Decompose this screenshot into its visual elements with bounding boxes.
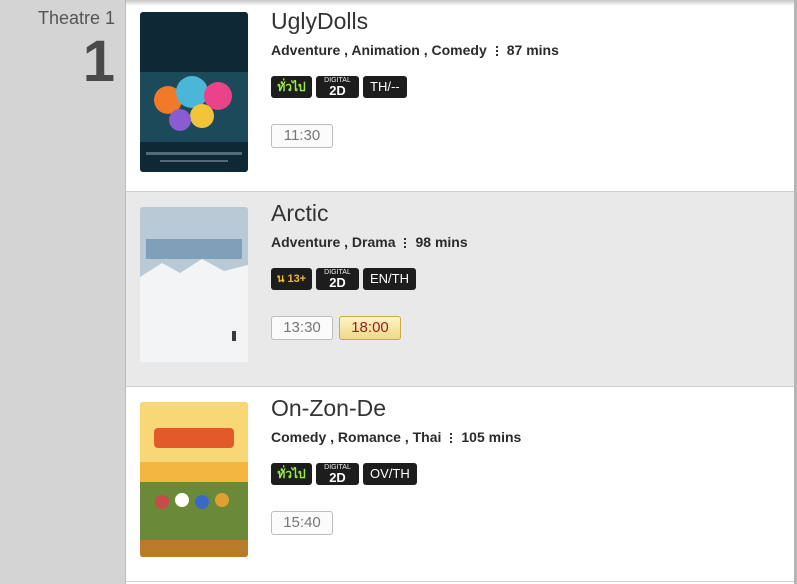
- format-label: 2D: [329, 275, 346, 290]
- showtime-button[interactable]: 11:30: [271, 124, 333, 148]
- movie-row: On-Zon-De Comedy , Romance , Thai 105 min…: [126, 387, 794, 582]
- movie-row: Arctic Adventure , Drama 98 mins น 13+ DIG…: [126, 192, 794, 387]
- showtimes: 11:30: [271, 124, 339, 148]
- language-badge: OV/TH: [363, 463, 417, 485]
- separator-icon: [404, 236, 407, 250]
- rating-badge: ทั่วไป: [271, 76, 312, 98]
- movie-poster[interactable]: [140, 12, 248, 172]
- theatre-number: 1: [82, 29, 115, 94]
- format-badge: DIGITAL 2D: [316, 76, 359, 98]
- showtime-button[interactable]: 13:30: [271, 316, 333, 340]
- movie-duration: 87 mins: [506, 42, 559, 58]
- poster-onzonde-image: [140, 402, 248, 557]
- separator-icon: [495, 44, 498, 58]
- format-badge: DIGITAL 2D: [316, 463, 359, 485]
- badges: น 13+ DIGITAL 2D EN/TH: [271, 268, 420, 290]
- theatre-name: Theatre 1: [37, 8, 115, 28]
- separator-icon: [450, 431, 453, 445]
- poster-uglydolls-image: [140, 12, 248, 172]
- rating-badge: น 13+: [271, 268, 312, 290]
- movie-genres: Adventure , Drama: [271, 234, 396, 250]
- movie-title[interactable]: On-Zon-De: [271, 395, 386, 422]
- movie-poster[interactable]: [140, 402, 248, 557]
- format-label: 2D: [329, 470, 346, 485]
- showtime-button[interactable]: 15:40: [271, 511, 333, 535]
- movie-list: UglyDolls Adventure , Animation , Comedy…: [125, 0, 794, 584]
- rating-badge: ทั่วไป: [271, 463, 312, 485]
- language-badge: TH/--: [363, 76, 407, 98]
- movie-info: Adventure , Drama 98 mins: [271, 234, 468, 250]
- movie-duration: 98 mins: [415, 234, 468, 250]
- showtimes: 13:30 18:00: [271, 316, 407, 340]
- showtime-button-selected[interactable]: 18:00: [339, 316, 401, 340]
- movie-title[interactable]: UglyDolls: [271, 8, 368, 35]
- badges: ทั่วไป DIGITAL 2D TH/--: [271, 76, 411, 98]
- badges: ทั่วไป DIGITAL 2D OV/TH: [271, 463, 421, 485]
- movie-title[interactable]: Arctic: [271, 200, 329, 227]
- movie-info: Adventure , Animation , Comedy 87 mins: [271, 42, 559, 58]
- showtimes: 15:40: [271, 511, 339, 535]
- movie-poster[interactable]: [140, 207, 248, 367]
- format-badge: DIGITAL 2D: [316, 268, 359, 290]
- movie-duration: 105 mins: [461, 429, 522, 445]
- movie-genres: Adventure , Animation , Comedy: [271, 42, 487, 58]
- format-label: 2D: [329, 83, 346, 98]
- poster-arctic-image: [140, 207, 248, 362]
- theatre-column: Theatre 1 1: [0, 0, 125, 584]
- movie-info: Comedy , Romance , Thai 105 mins: [271, 429, 521, 445]
- movie-genres: Comedy , Romance , Thai: [271, 429, 442, 445]
- language-badge: EN/TH: [363, 268, 416, 290]
- movie-row: UglyDolls Adventure , Animation , Comedy…: [126, 0, 794, 192]
